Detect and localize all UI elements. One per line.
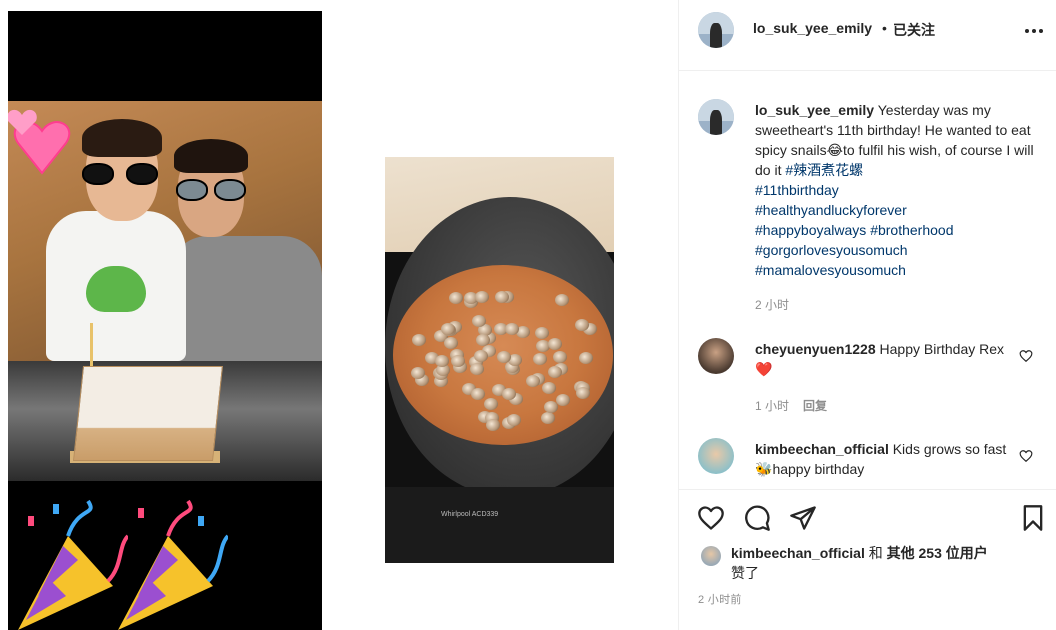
stove-brand-label: Whirlpool ACD339 (441, 511, 499, 518)
snail-shell (483, 398, 498, 411)
hashtag-link[interactable]: #辣酒煮花螺 (785, 162, 863, 178)
follow-status-button[interactable]: 已关注 (893, 20, 935, 40)
comment-meta: 1 小时 回复 (755, 397, 827, 414)
avatar[interactable] (698, 438, 734, 474)
birthday-photo (8, 11, 322, 630)
reply-button[interactable]: 回复 (803, 399, 827, 413)
likes-username[interactable]: kimbeechan_official (731, 545, 865, 561)
avatar[interactable] (698, 99, 734, 135)
spicy-snail-soup (393, 265, 613, 445)
likes-suffix: 赞了 (731, 565, 759, 581)
comment-like-icon[interactable] (1019, 449, 1033, 463)
share-icon[interactable] (789, 504, 817, 532)
snail-shell (541, 411, 556, 424)
sunglasses-sticker (82, 163, 158, 185)
post-timestamp[interactable]: 2 小时前 (698, 591, 742, 607)
snail-shell (525, 374, 540, 387)
snail-shell (548, 337, 563, 350)
avatar[interactable] (698, 12, 734, 48)
snail-shell (411, 333, 426, 346)
bookmark-icon[interactable] (1019, 504, 1047, 532)
snail-shell (410, 367, 425, 380)
comment-time: 1 小时 (755, 399, 790, 413)
snail-shell (506, 414, 521, 427)
shirt-heart-print (86, 266, 146, 312)
hashtag-link[interactable]: #gorgorlovesyousomuch (755, 242, 908, 258)
snail-shell (555, 394, 570, 407)
snail-shell (578, 352, 593, 365)
snail-shell (470, 362, 485, 375)
snail-shell (474, 349, 489, 362)
induction-stove (385, 487, 614, 563)
snail-shell (576, 387, 590, 400)
caption-username[interactable]: lo_suk_yee_emily (755, 102, 874, 118)
comment-like-icon[interactable] (1019, 349, 1033, 363)
likes-summary[interactable]: kimbeechan_official 和 其他 253 位用户赞了 (731, 543, 988, 583)
snail-shell (554, 293, 569, 306)
snail-shell (440, 323, 455, 336)
post-header: lo_suk_yee_emily • 已关注 (679, 0, 1056, 71)
comment-body-continued: happy birthday (772, 461, 865, 477)
snail-shell (532, 353, 547, 366)
snail-shell (448, 292, 463, 305)
action-bar: kimbeechan_official 和 其他 253 位用户赞了 2 小时前 (679, 489, 1056, 630)
likes-and: 和 (864, 545, 887, 561)
comment-icon[interactable] (743, 504, 771, 532)
snail-shell (552, 350, 567, 363)
snail-shell (470, 387, 485, 400)
sunglasses-sticker (176, 179, 246, 201)
snail-shell (450, 355, 465, 368)
snail-shell (548, 365, 563, 378)
comment-text: cheyuenyuen1228 Happy Birthday Rex ❤️ (755, 339, 1017, 379)
more-options-icon[interactable] (1025, 29, 1043, 35)
younger-boy-hair (82, 119, 162, 157)
emoji-bee-icon: 🐝 (755, 461, 773, 477)
avatar[interactable] (698, 338, 734, 374)
comment-body: Kids grows so fast (888, 441, 1007, 457)
pink-hearts-sticker (8, 109, 71, 175)
hashtag-link[interactable]: #healthyandluckyforever (755, 202, 907, 218)
comments-list[interactable]: lo_suk_yee_emily Yesterday was my sweeth… (679, 72, 1056, 488)
hashtag-link[interactable]: #mamalovesyousomuch (755, 262, 906, 278)
post-side-panel: lo_suk_yee_emily • 已关注 lo_suk_yee_emily … (678, 0, 1056, 630)
older-boy-shirt (168, 236, 322, 366)
snail-shell (486, 419, 501, 432)
comment-body: Happy Birthday Rex (875, 341, 1005, 357)
caption-timestamp: 2 小时 (755, 296, 789, 313)
emoji-heart-icon: ❤️ (755, 361, 773, 377)
older-boy-hair (174, 139, 248, 173)
birthday-cake (73, 366, 223, 461)
hashtag-link[interactable]: #11thbirthday (755, 182, 839, 198)
party-popper-sticker (118, 499, 228, 630)
snail-shell (534, 326, 549, 339)
snail-dish-photo: Whirlpool ACD339 (385, 157, 614, 563)
post-media[interactable]: Whirlpool ACD339 (0, 0, 678, 630)
emoji-laugh-icon: 😂 (826, 142, 843, 158)
comment-text: kimbeechan_official Kids grows so fast 🐝h… (755, 439, 1017, 479)
snail-shell (543, 401, 558, 414)
snail-shell (541, 382, 556, 395)
likes-others-count[interactable]: 其他 253 位用户 (887, 545, 988, 561)
separator-dot: • (882, 20, 887, 36)
hashtag-link[interactable]: #happyboyalways (755, 222, 866, 238)
heart-icon[interactable] (697, 504, 725, 532)
caption-text: lo_suk_yee_emily Yesterday was my sweeth… (755, 100, 1045, 280)
snail-shell (474, 291, 489, 304)
avatar[interactable] (701, 546, 721, 566)
snail-shell (443, 336, 458, 349)
caption-time: 2 小时 (755, 298, 790, 312)
comment-username[interactable]: cheyuenyuen1228 (755, 341, 876, 357)
hashtag-link[interactable]: #brotherhood (870, 222, 953, 238)
comment-username[interactable]: kimbeechan_official (755, 441, 889, 457)
header-username[interactable]: lo_suk_yee_emily (753, 20, 872, 36)
